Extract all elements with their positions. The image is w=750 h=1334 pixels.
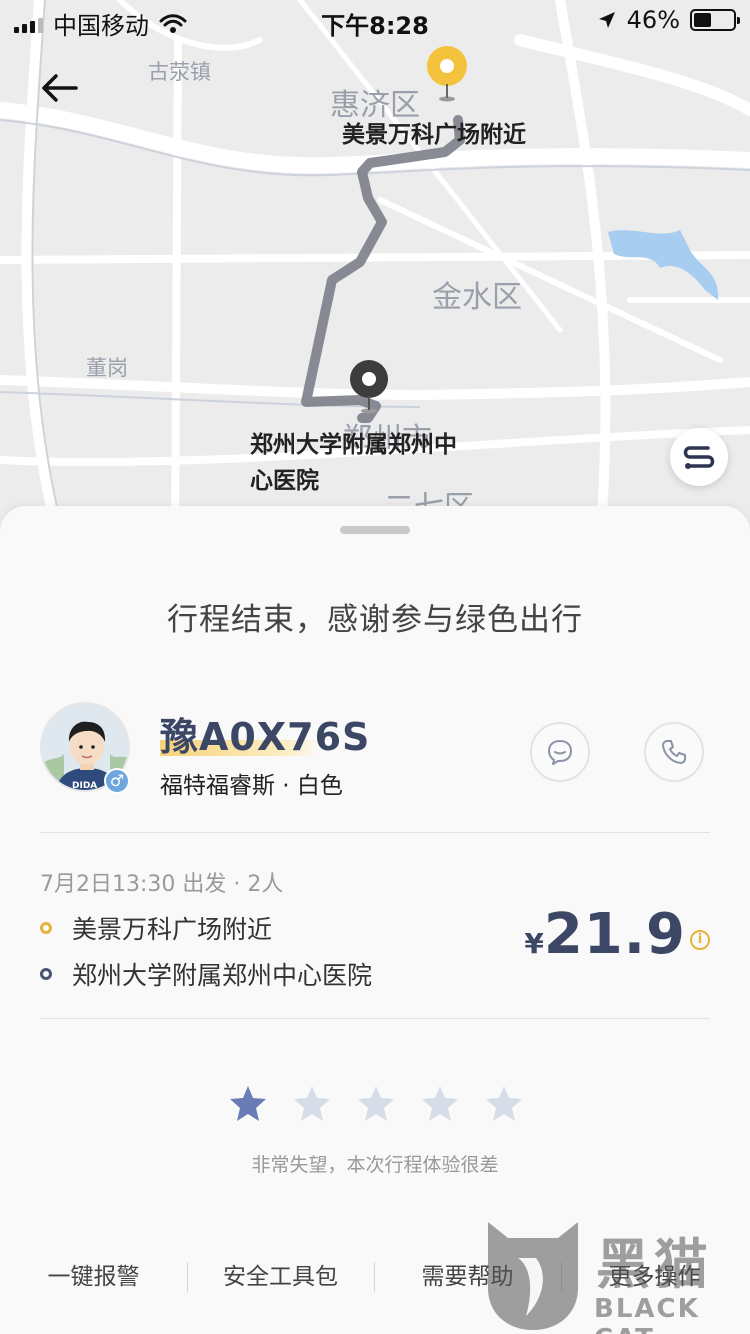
watermark-en: BLACK CAT <box>594 1294 700 1334</box>
star-icon[interactable] <box>292 1084 332 1124</box>
pickup-dot-icon <box>40 922 52 934</box>
drag-handle[interactable] <box>340 526 410 534</box>
dropoff-label-line2: 心医院 <box>250 468 319 494</box>
star-icon[interactable] <box>484 1084 524 1124</box>
trip-price[interactable]: ¥21.9 <box>524 902 686 967</box>
map-view[interactable]: 古荥镇 惠济区 金水区 董岗 郑州市 二七区 美景万科广场附近 郑州大学附属郑州… <box>0 0 750 540</box>
rating-stars[interactable] <box>228 1084 524 1124</box>
route-switch-icon <box>683 446 715 469</box>
dropoff-pin-icon <box>350 360 388 414</box>
gender-male-icon: ♂ <box>104 768 130 794</box>
district-label: 金水区 <box>432 280 522 315</box>
status-right: 46% <box>597 6 740 34</box>
black-cat-watermark: 黑猫 BLACK CAT <box>478 1218 750 1334</box>
currency-symbol: ¥ <box>524 927 544 960</box>
svg-text:DIDA: DIDA <box>72 781 97 791</box>
location-arrow-icon <box>598 12 615 28</box>
dropoff-address: 郑州大学附属郑州中心医院 <box>72 961 373 990</box>
star-icon[interactable] <box>420 1084 460 1124</box>
pickup-pin-icon <box>427 46 467 102</box>
license-plate: 豫A0X76S <box>160 715 371 759</box>
black-cat-logo-icon <box>488 1222 578 1330</box>
battery-percent: 46% <box>626 6 680 34</box>
route-toggle-button[interactable] <box>670 428 728 486</box>
back-button[interactable] <box>36 64 84 112</box>
price-amount: 21.9 <box>543 902 686 967</box>
pickup-stop: 美景万科广场附近 <box>40 910 272 946</box>
pickup-address: 美景万科广场附近 <box>72 915 273 944</box>
dropoff-dot-icon <box>40 968 52 980</box>
divider <box>40 1018 710 1019</box>
back-arrow-icon <box>42 74 78 102</box>
status-bar: 中国移动 下午8:28 46% <box>0 0 750 40</box>
star-icon[interactable] <box>356 1084 396 1124</box>
pickup-label: 美景万科广场附近 <box>342 122 526 148</box>
plate-block: 豫A0X76S <box>160 706 370 761</box>
dropoff-stop: 郑州大学附属郑州中心医院 <box>40 956 372 992</box>
safety-toolkit-button[interactable]: 安全工具包 <box>187 1256 374 1298</box>
watermark-cn: 黑猫 <box>596 1233 712 1296</box>
phone-icon <box>662 740 686 764</box>
battery-icon <box>690 9 740 31</box>
chat-bubble-icon <box>548 740 572 765</box>
message-button[interactable] <box>530 722 590 782</box>
trip-detail-sheet[interactable]: 行程结束，感谢参与绿色出行 DIDA ♂ 豫A0X76S 福特福睿斯 · 白色 <box>0 506 750 1334</box>
dropoff-label-line1: 郑州大学附属郑州中 <box>250 432 457 458</box>
lake-shape <box>608 230 719 300</box>
divider <box>40 832 710 833</box>
call-button[interactable] <box>644 722 704 782</box>
rating-text: 非常失望，本次行程体验很差 <box>251 1154 499 1176</box>
trip-end-title: 行程结束，感谢参与绿色出行 <box>167 602 583 638</box>
emergency-alarm-button[interactable]: 一键报警 <box>0 1256 187 1298</box>
district-label: 古荥镇 <box>148 60 211 84</box>
trip-meta: 7月2日13:30 出发 · 2人 <box>40 872 284 897</box>
price-info-icon[interactable]: i <box>690 930 710 950</box>
district-label: 董岗 <box>86 356 128 380</box>
star-icon[interactable] <box>228 1084 268 1124</box>
car-model: 福特福睿斯 · 白色 <box>160 773 343 799</box>
